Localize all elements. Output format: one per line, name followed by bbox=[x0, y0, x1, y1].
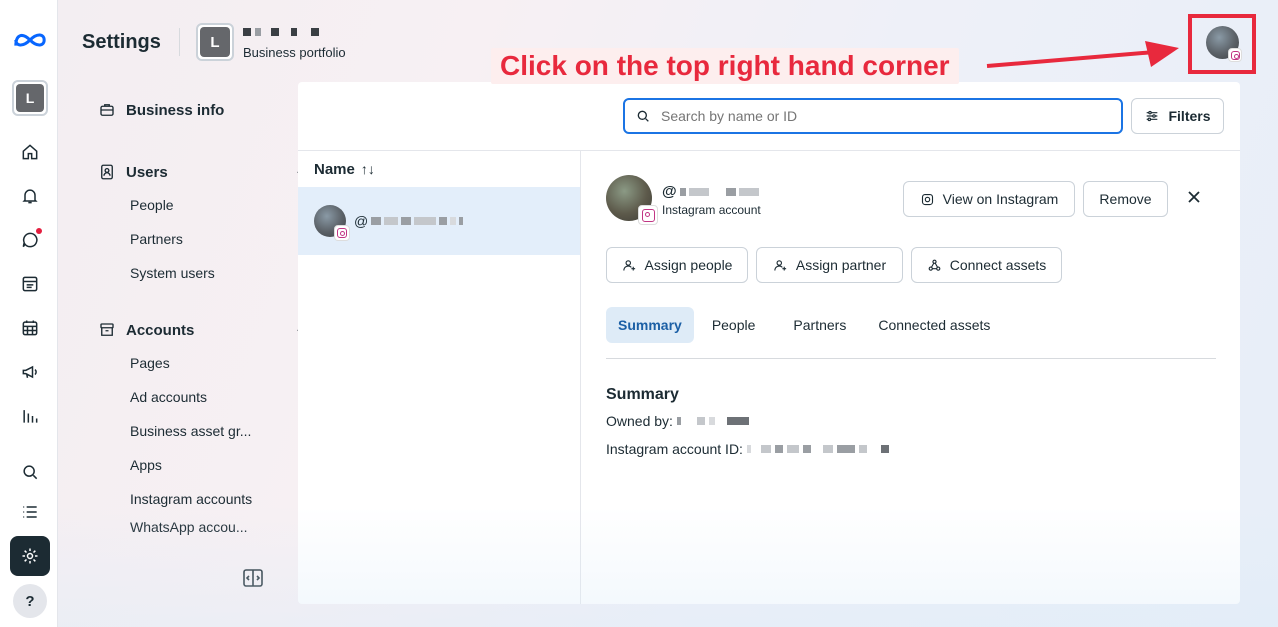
sliders-icon bbox=[1147, 110, 1158, 122]
list-item[interactable]: @ bbox=[298, 187, 580, 255]
nav-item-partners[interactable]: Partners bbox=[98, 222, 298, 256]
view-on-instagram-label: View on Instagram bbox=[942, 191, 1059, 207]
nav-business-info[interactable]: Business info bbox=[98, 94, 298, 126]
nav-users-header[interactable]: Users bbox=[98, 156, 309, 188]
portfolio-initial: L bbox=[200, 27, 230, 57]
collapse-sidebar-icon[interactable] bbox=[242, 568, 264, 588]
account-type: Instagram account bbox=[662, 203, 761, 217]
instagram-icon bbox=[638, 205, 658, 225]
summary-heading: Summary bbox=[606, 386, 679, 403]
briefcase-icon bbox=[100, 104, 114, 116]
account-detail-panel: @ Instagram account View on Instagram Re… bbox=[582, 151, 1240, 604]
account-handle-prefix: @ bbox=[662, 183, 677, 200]
filters-button[interactable]: Filters bbox=[1131, 98, 1224, 134]
search-input[interactable] bbox=[661, 108, 1101, 124]
name-column-header[interactable]: Name ↑↓ bbox=[298, 151, 580, 187]
calendar-icon[interactable] bbox=[14, 312, 46, 344]
assign-partner-label: Assign partner bbox=[795, 257, 887, 273]
app-rail: L ? bbox=[0, 0, 58, 627]
settings-gear-icon[interactable] bbox=[10, 536, 50, 576]
search-icon bbox=[637, 110, 649, 122]
tab-summary[interactable]: Summary bbox=[606, 307, 694, 343]
bell-icon[interactable] bbox=[14, 180, 46, 212]
search-box[interactable] bbox=[623, 98, 1123, 134]
help-button[interactable]: ? bbox=[13, 584, 47, 618]
page-title: Settings bbox=[82, 31, 161, 53]
assign-people-label: Assign people bbox=[644, 257, 733, 273]
annotation-highlight-box bbox=[1188, 14, 1256, 74]
instagram-id-row: Instagram account ID: bbox=[606, 441, 889, 457]
tab-connected-assets[interactable]: Connected assets bbox=[866, 307, 1002, 343]
insights-icon[interactable] bbox=[14, 400, 46, 432]
account-avatar bbox=[606, 175, 658, 225]
account-avatar bbox=[314, 205, 350, 241]
nav-item-whatsapp-accounts[interactable]: WhatsApp accou... bbox=[98, 516, 298, 536]
meta-logo-icon[interactable] bbox=[12, 24, 48, 56]
connect-assets-label: Connect assets bbox=[949, 257, 1047, 273]
search-icon[interactable] bbox=[14, 456, 46, 488]
remove-label: Remove bbox=[1099, 191, 1152, 207]
tab-partners[interactable]: Partners bbox=[781, 307, 858, 343]
nav-accounts-label: Accounts bbox=[126, 321, 195, 339]
megaphone-icon[interactable] bbox=[14, 356, 46, 388]
account-initial: L bbox=[16, 84, 44, 112]
portfolio-name-redacted bbox=[243, 28, 319, 36]
connect-assets-button[interactable]: Connect assets bbox=[911, 247, 1062, 283]
owned-by-label: Owned by: bbox=[606, 413, 673, 429]
annotation-arrow bbox=[986, 41, 1179, 68]
close-icon[interactable] bbox=[1184, 187, 1204, 207]
sort-icon[interactable]: ↑↓ bbox=[361, 161, 375, 177]
assign-people-button[interactable]: Assign people bbox=[606, 247, 748, 283]
chat-icon[interactable] bbox=[14, 224, 46, 256]
view-on-instagram-button[interactable]: View on Instagram bbox=[903, 181, 1075, 217]
nav-accounts-header[interactable]: Accounts bbox=[98, 314, 309, 346]
content-card: Filters Name ↑↓ @ @ bbox=[298, 82, 1240, 604]
annotation-callout: Click on the top right hand corner bbox=[491, 48, 959, 84]
instagram-id-label: Instagram account ID: bbox=[606, 441, 743, 457]
all-tools-icon[interactable] bbox=[14, 496, 46, 528]
assign-partner-button[interactable]: Assign partner bbox=[756, 247, 903, 283]
instagram-icon bbox=[334, 225, 350, 241]
nav-item-business-asset-groups[interactable]: Business asset gr... bbox=[98, 414, 298, 448]
notification-dot bbox=[36, 228, 42, 234]
asset-list: Name ↑↓ @ bbox=[298, 151, 581, 604]
nav-item-instagram-accounts[interactable]: Instagram accounts bbox=[98, 482, 298, 516]
tab-people[interactable]: People bbox=[700, 307, 768, 343]
settings-sidebar: Business info Users People Partners Syst… bbox=[98, 94, 309, 536]
filters-label: Filters bbox=[1168, 108, 1211, 124]
archive-icon bbox=[100, 323, 114, 336]
detail-tabs: Summary People Partners Connected assets bbox=[606, 307, 1002, 343]
nav-item-people[interactable]: People bbox=[98, 188, 298, 222]
owned-by-row: Owned by: bbox=[606, 413, 749, 429]
user-badge-icon bbox=[101, 164, 113, 180]
remove-button[interactable]: Remove bbox=[1083, 181, 1168, 217]
content-icon[interactable] bbox=[14, 268, 46, 300]
account-handle-prefix: @ bbox=[354, 213, 369, 229]
portfolio-subtitle: Business portfolio bbox=[243, 45, 346, 60]
nav-item-apps[interactable]: Apps bbox=[98, 448, 298, 482]
instagram-icon bbox=[921, 193, 933, 205]
add-person-icon bbox=[622, 259, 635, 271]
account-handle: @ bbox=[354, 213, 464, 229]
divider bbox=[179, 28, 180, 56]
account-switcher[interactable]: L bbox=[12, 80, 48, 116]
nav-users-label: Users bbox=[126, 163, 168, 181]
home-icon[interactable] bbox=[14, 136, 46, 168]
portfolio-avatar[interactable]: L bbox=[196, 23, 234, 61]
nav-item-system-users[interactable]: System users bbox=[98, 256, 298, 290]
divider bbox=[606, 358, 1216, 359]
nav-item-pages[interactable]: Pages bbox=[98, 346, 298, 380]
connected-nodes-icon bbox=[928, 259, 941, 271]
nav-item-ad-accounts[interactable]: Ad accounts bbox=[98, 380, 298, 414]
account-handle: @ bbox=[662, 183, 759, 200]
main-area: Settings L Business portfolio Business i… bbox=[58, 0, 1278, 627]
nav-business-info-label: Business info bbox=[126, 101, 225, 119]
name-column-label: Name bbox=[314, 160, 355, 178]
add-person-icon bbox=[774, 259, 786, 271]
